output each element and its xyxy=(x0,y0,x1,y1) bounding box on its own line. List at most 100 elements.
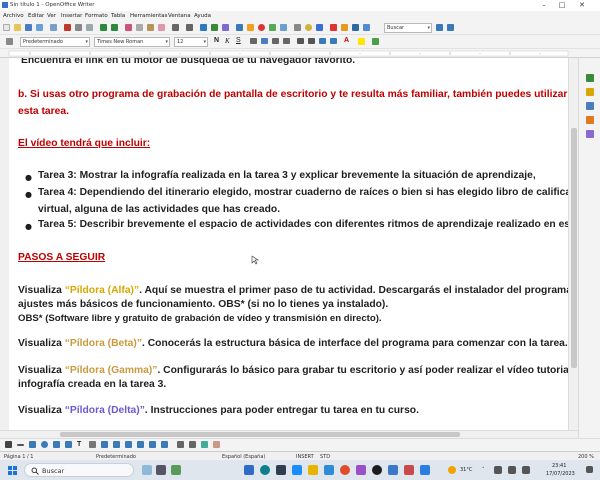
symbol-shapes-icon[interactable] xyxy=(113,441,120,448)
menu-ayuda[interactable]: Ayuda xyxy=(194,13,211,19)
save-icon[interactable] xyxy=(25,24,32,31)
new-document-icon[interactable] xyxy=(3,24,10,31)
font-color-icon[interactable]: A xyxy=(344,37,351,44)
minimize-icon[interactable]: – xyxy=(536,0,552,11)
page-style[interactable]: Predeterminado xyxy=(96,454,136,460)
font-name-select[interactable]: Times New Roman xyxy=(94,37,170,47)
selection-mode[interactable]: STD xyxy=(320,454,330,460)
underline-icon[interactable]: S xyxy=(236,37,243,44)
edit-file-icon[interactable] xyxy=(50,24,57,31)
open-folder-icon[interactable] xyxy=(14,24,21,31)
show-draw-functions-icon[interactable] xyxy=(222,24,229,31)
language-indicator[interactable]: Español (España) xyxy=(222,454,265,460)
app-purple-icon[interactable] xyxy=(356,465,366,475)
page-indicator[interactable]: Página 1 / 1 xyxy=(4,454,33,460)
obs-icon[interactable] xyxy=(372,465,382,475)
insert-mode[interactable]: INSERT xyxy=(296,454,314,460)
pildora-gamma-link[interactable]: “Píldora (Gamma)” xyxy=(65,365,158,376)
task-view-icon[interactable] xyxy=(156,465,166,475)
bullets-icon[interactable] xyxy=(308,38,315,44)
curve-icon[interactable] xyxy=(65,441,72,448)
vertical-scroll-thumb[interactable] xyxy=(571,128,577,368)
styles-formatting-icon[interactable] xyxy=(6,38,13,45)
network-icon[interactable] xyxy=(494,466,502,474)
document-area[interactable]: Encuentra el link en tu motor de búsqued… xyxy=(0,58,578,430)
callout-icon[interactable] xyxy=(89,441,96,448)
paragraph-style-select[interactable]: Predeterminado xyxy=(20,37,90,47)
select-arrow-icon[interactable] xyxy=(5,441,12,448)
pildora-beta-link[interactable]: “Píldora (Beta)” xyxy=(65,338,142,349)
highlight-icon[interactable] xyxy=(358,38,365,45)
horizontal-scroll-thumb[interactable] xyxy=(60,432,460,437)
ellipse-icon[interactable] xyxy=(41,441,48,448)
data-sources-icon[interactable] xyxy=(269,24,276,31)
help-icon[interactable] xyxy=(305,24,312,31)
menu-ventana[interactable]: Ventana xyxy=(168,13,191,19)
email-icon[interactable] xyxy=(36,24,43,31)
italic-icon[interactable]: K xyxy=(225,37,232,45)
navigator-icon[interactable] xyxy=(247,24,254,31)
menu-formato[interactable]: Formato xyxy=(85,13,108,19)
volume-icon[interactable] xyxy=(508,466,516,474)
flowchart-icon[interactable] xyxy=(137,441,144,448)
clock-date[interactable]: 17/07/2023 xyxy=(546,471,575,477)
battery-icon[interactable] xyxy=(522,466,530,474)
sidebar-navigator-icon[interactable] xyxy=(586,116,594,124)
clock-time[interactable]: 23:41 xyxy=(552,463,566,469)
basic-shapes-icon[interactable] xyxy=(101,441,108,448)
callouts-icon[interactable] xyxy=(149,441,156,448)
find-input[interactable]: Buscar xyxy=(384,23,432,33)
app-red-icon[interactable] xyxy=(404,465,414,475)
menu-insertar[interactable]: Insertar xyxy=(61,13,82,19)
sidebar-styles-icon[interactable] xyxy=(586,88,594,96)
align-left-icon[interactable] xyxy=(250,38,257,44)
sidebar-functions-icon[interactable] xyxy=(586,130,594,138)
zoom-icon[interactable] xyxy=(294,24,301,31)
undo-icon[interactable] xyxy=(172,24,179,31)
copy-icon[interactable] xyxy=(136,24,143,31)
landscape-app-icon[interactable] xyxy=(171,465,181,475)
rectangle-icon[interactable] xyxy=(29,441,36,448)
start-button-icon[interactable] xyxy=(8,466,17,475)
extension-icon-4[interactable] xyxy=(363,24,370,31)
line-icon[interactable] xyxy=(17,444,24,446)
extrusion-icon[interactable] xyxy=(213,441,220,448)
gallery-icon[interactable] xyxy=(258,24,265,31)
cut-icon[interactable] xyxy=(125,24,132,31)
find-replace-icon[interactable] xyxy=(236,24,243,31)
find-next-icon[interactable] xyxy=(447,24,454,31)
file-explorer-icon[interactable] xyxy=(308,465,318,475)
pildora-alfa-link[interactable]: “Píldora (Alfa)” xyxy=(65,285,139,296)
document-page[interactable]: Encuentra el link en tu motor de búsqued… xyxy=(9,58,578,430)
chrome-icon[interactable] xyxy=(340,465,350,475)
points-icon[interactable] xyxy=(177,441,184,448)
menu-editar[interactable]: Editar xyxy=(28,13,44,19)
menu-ver[interactable]: Ver xyxy=(47,13,56,19)
from-file-icon[interactable] xyxy=(201,441,208,448)
print-preview-icon[interactable] xyxy=(86,24,93,31)
align-center-icon[interactable] xyxy=(261,38,268,44)
app-blue-icon[interactable] xyxy=(292,465,302,475)
polygon-icon[interactable] xyxy=(53,441,60,448)
maximize-icon[interactable]: □ xyxy=(554,0,570,11)
spellcheck-icon[interactable] xyxy=(100,24,107,31)
app-teal-icon[interactable] xyxy=(324,465,334,475)
weather-icon[interactable] xyxy=(448,466,456,474)
helper-icon[interactable] xyxy=(316,24,323,31)
zoom-level[interactable]: 200 % xyxy=(578,454,594,460)
justify-icon[interactable] xyxy=(283,38,290,44)
background-color-icon[interactable] xyxy=(372,38,379,45)
sidebar-gallery-icon[interactable] xyxy=(586,102,594,110)
outlook-icon[interactable] xyxy=(244,465,254,475)
menu-archivo[interactable]: Archivo xyxy=(3,13,24,19)
store-icon[interactable] xyxy=(276,465,286,475)
bold-icon[interactable]: N xyxy=(214,37,221,44)
menu-tabla[interactable]: Tabla xyxy=(111,13,125,19)
notifications-icon[interactable] xyxy=(586,466,593,473)
decrease-indent-icon[interactable] xyxy=(319,38,326,44)
paste-icon[interactable] xyxy=(147,24,154,31)
menu-herramientas[interactable]: Herramientas xyxy=(130,13,167,19)
table-icon[interactable] xyxy=(211,24,218,31)
text-icon[interactable]: T xyxy=(77,441,84,448)
extension-icon-2[interactable] xyxy=(341,24,348,31)
